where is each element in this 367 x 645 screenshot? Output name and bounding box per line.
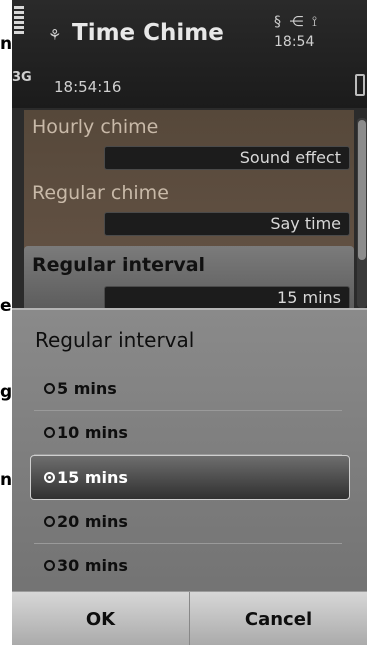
option-label: 20 mins	[57, 512, 128, 531]
cancel-button[interactable]: Cancel	[190, 592, 367, 645]
radio-icon	[44, 560, 55, 571]
option-20-mins[interactable]: 20 mins	[34, 500, 342, 544]
option-5-mins[interactable]: 5 mins	[34, 367, 342, 411]
scrollbar[interactable]	[357, 118, 367, 308]
radio-icon	[44, 383, 55, 394]
radio-icon	[44, 516, 55, 527]
option-label: 10 mins	[57, 423, 128, 442]
radio-icon	[44, 427, 55, 438]
hourly-chime-label[interactable]: Hourly chime	[32, 116, 158, 138]
option-list: 5 mins 10 mins 15 mins 20 mins 30 mins	[30, 367, 350, 587]
regular-interval-value: 15 mins	[104, 286, 350, 310]
edge-text-3: g	[0, 382, 13, 402]
interval-dialog: Regular interval 5 mins 10 mins 15 mins …	[12, 308, 367, 645]
option-30-mins[interactable]: 30 mins	[34, 544, 342, 587]
regular-interval-item[interactable]: Regular interval 15 mins	[24, 246, 354, 310]
scrollbar-thumb[interactable]	[358, 120, 366, 260]
app-title: Time Chime	[72, 20, 224, 46]
status-clock: 18:54	[274, 34, 315, 50]
status-icons: § ⋲ ⟟	[274, 14, 320, 30]
option-15-mins[interactable]: 15 mins	[30, 455, 350, 500]
current-time: 18:54:16	[54, 78, 122, 96]
phone-screen: ⚘ Time Chime § ⋲ ⟟ 18:54 3G 18:54:16 Hou…	[12, 0, 367, 645]
signal-strength-icon	[14, 6, 24, 36]
network-indicator: 3G	[12, 70, 32, 85]
ok-button[interactable]: OK	[12, 592, 190, 645]
battery-icon	[355, 74, 365, 96]
edge-text-1: n	[0, 34, 13, 54]
title-bar: ⚘ Time Chime § ⋲ ⟟ 18:54 3G 18:54:16	[12, 0, 367, 108]
softkey-bar: OK Cancel	[12, 591, 367, 645]
settings-list: Hourly chime Sound effect Regular chime …	[24, 110, 354, 310]
app-icon: ⚘	[48, 26, 62, 44]
option-label: 15 mins	[57, 468, 128, 487]
option-10-mins[interactable]: 10 mins	[34, 411, 342, 455]
edge-text-2: e	[0, 296, 12, 316]
edge-text-4: n	[0, 470, 13, 490]
regular-chime-value[interactable]: Say time	[104, 212, 350, 236]
hourly-chime-value[interactable]: Sound effect	[104, 146, 350, 170]
regular-chime-label[interactable]: Regular chime	[32, 182, 169, 204]
option-label: 5 mins	[57, 379, 117, 398]
radio-selected-icon	[44, 472, 55, 483]
option-label: 30 mins	[57, 556, 128, 575]
regular-interval-label: Regular interval	[32, 254, 206, 276]
dialog-title: Regular interval	[35, 328, 195, 352]
